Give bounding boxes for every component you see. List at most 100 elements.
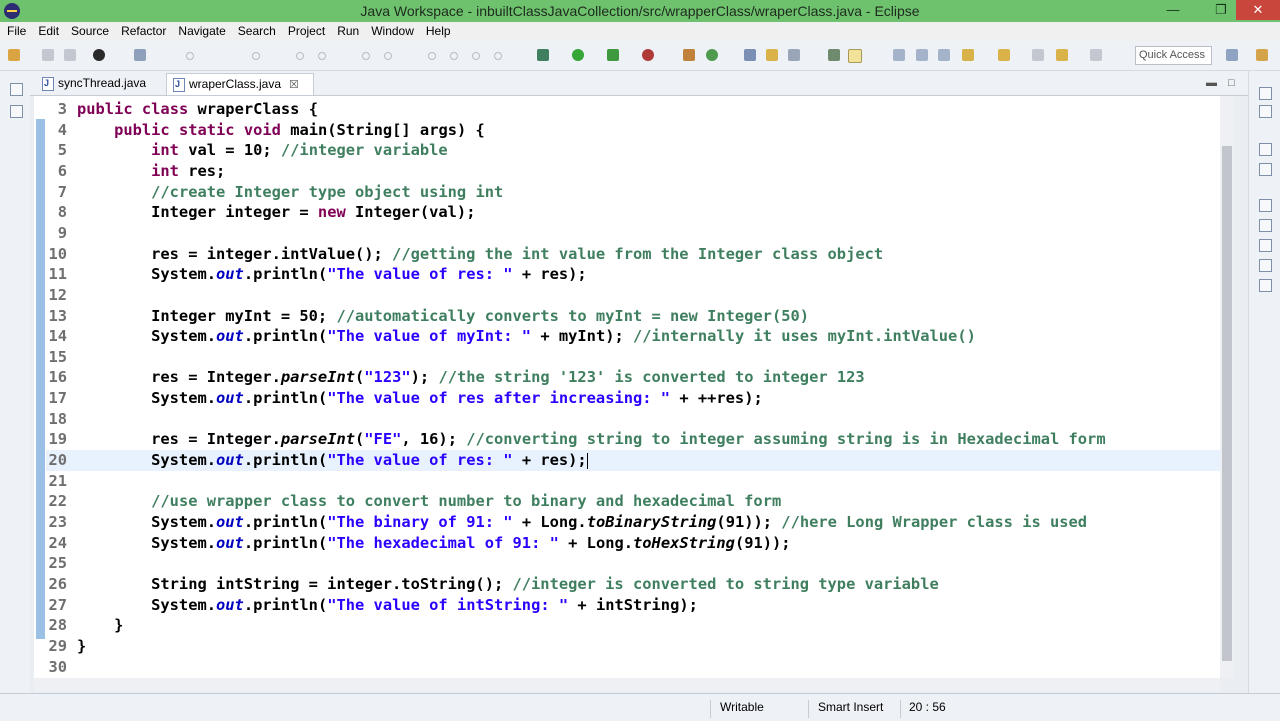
menu-help[interactable]: Help — [419, 22, 456, 41]
code-line[interactable]: 30 — [35, 657, 1221, 678]
code-line[interactable]: 21 — [35, 471, 1221, 492]
toolbar-disabled-icon[interactable] — [384, 52, 392, 60]
code-line[interactable]: 16 res = Integer.parseInt("123"); //the … — [35, 367, 1221, 388]
menu-edit[interactable]: Edit — [31, 22, 64, 41]
code-line[interactable]: 10 res = integer.intValue(); //getting t… — [35, 244, 1221, 265]
code-line[interactable]: 8 Integer integer = new Integer(val); — [35, 202, 1221, 223]
menu-search[interactable]: Search — [231, 22, 281, 41]
code-line[interactable]: 29} — [35, 636, 1221, 657]
code-line[interactable]: 14 System.out.println("The value of myIn… — [35, 326, 1221, 347]
javadoc-icon[interactable] — [1259, 239, 1272, 252]
show-whitespace-icon[interactable] — [916, 49, 928, 61]
run-icon[interactable] — [572, 49, 584, 61]
code-line[interactable]: 6 int res; — [35, 161, 1221, 182]
block-select-icon[interactable] — [938, 49, 950, 61]
forward-icon[interactable] — [1090, 49, 1102, 61]
minimize-pane-icon[interactable]: ▬ — [1206, 77, 1217, 89]
java-perspective-icon[interactable] — [1256, 49, 1268, 61]
menu-navigate[interactable]: Navigate — [171, 22, 230, 41]
toolbar-disabled-icon[interactable] — [450, 52, 458, 60]
menu-source[interactable]: Source — [64, 22, 114, 41]
horizontal-scrollbar[interactable] — [34, 678, 1220, 692]
code-line[interactable]: 3 public class wraperClass { — [35, 99, 1221, 120]
menu-file[interactable]: File — [0, 22, 31, 41]
maximize-pane-icon[interactable]: □ — [1228, 77, 1235, 89]
code-line[interactable]: 25 — [35, 553, 1221, 574]
annotation-icon[interactable] — [828, 49, 840, 61]
menu-project[interactable]: Project — [281, 22, 330, 41]
change-marker — [36, 119, 45, 639]
code-line[interactable]: 22 //use wrapper class to convert number… — [35, 491, 1221, 512]
toolbar-disabled-icon[interactable] — [428, 52, 436, 60]
toolbar-disabled-icon[interactable] — [252, 52, 260, 60]
menu-refactor[interactable]: Refactor — [114, 22, 171, 41]
minimize-button[interactable]: — — [1156, 0, 1190, 20]
code-line[interactable]: 5 int val = 10; //integer variable — [35, 140, 1221, 161]
code-text: System.out.println("The value of res: " … — [77, 451, 588, 470]
declaration-icon[interactable] — [1259, 259, 1272, 272]
menu-window[interactable]: Window — [364, 22, 419, 41]
debug-icon[interactable] — [537, 49, 549, 61]
toolbar-disabled-icon[interactable] — [186, 52, 194, 60]
code-editor[interactable]: 3 public class wraperClass {4 public stat… — [34, 96, 1221, 678]
coverage-icon[interactable] — [607, 49, 619, 61]
toolbar-disabled-icon[interactable] — [318, 52, 326, 60]
new-java-project-icon[interactable] — [683, 49, 695, 61]
problems-icon[interactable] — [1259, 219, 1272, 232]
toggle-icon[interactable] — [893, 49, 905, 61]
code-line[interactable]: 12 — [35, 285, 1221, 306]
task-list-icon[interactable] — [1259, 105, 1272, 118]
previous-annotation-icon[interactable] — [998, 49, 1010, 61]
code-line[interactable]: 20 System.out.println("The value of res:… — [35, 450, 1221, 471]
code-line[interactable]: 17 System.out.println("The value of res … — [35, 388, 1221, 409]
tab-wraperclass[interactable]: wraperClass.java ☒ — [166, 73, 314, 95]
console-icon[interactable] — [1259, 279, 1272, 292]
code-line[interactable]: 4 public static void main(String[] args)… — [35, 120, 1221, 141]
code-line[interactable]: 23 System.out.println("The binary of 91:… — [35, 512, 1221, 533]
restore-view-icon[interactable] — [1259, 87, 1272, 100]
tab-syncthread[interactable]: syncThread.java — [36, 73, 180, 94]
open-perspective-icon[interactable] — [1226, 49, 1238, 61]
save-all-icon[interactable] — [64, 49, 76, 61]
highlight-icon[interactable] — [848, 49, 862, 63]
search-icon[interactable] — [788, 49, 800, 61]
new-class-icon[interactable] — [706, 49, 718, 61]
package-explorer-icon[interactable] — [10, 105, 23, 118]
close-button[interactable]: ✕ — [1236, 0, 1280, 20]
code-line[interactable]: 19 res = Integer.parseInt("FE", 16); //c… — [35, 429, 1221, 450]
save-icon[interactable] — [42, 49, 54, 61]
code-line[interactable]: 27 System.out.println("The value of intS… — [35, 595, 1221, 616]
code-line[interactable]: 13 Integer myInt = 50; //automatically c… — [35, 306, 1221, 327]
next-annotation-icon[interactable] — [962, 49, 974, 61]
outline-icon[interactable] — [1259, 163, 1272, 176]
code-line[interactable]: 26 String intString = integer.toString()… — [35, 574, 1221, 595]
new-icon[interactable] — [8, 49, 20, 61]
toolbar-disabled-icon[interactable] — [472, 52, 480, 60]
restore-button[interactable]: ❐ — [1204, 0, 1238, 20]
quick-access-input[interactable]: Quick Access — [1135, 46, 1212, 65]
skip-breakpoints-icon[interactable] — [134, 49, 146, 61]
back-icon[interactable] — [1056, 49, 1068, 61]
open-type-icon[interactable] — [744, 49, 756, 61]
code-line[interactable]: 24 System.out.println("The hexadecimal o… — [35, 533, 1221, 554]
code-line[interactable]: 28 } — [35, 615, 1221, 636]
toolbar-disabled-icon[interactable] — [494, 52, 502, 60]
code-line[interactable]: 15 — [35, 347, 1221, 368]
external-tools-icon[interactable] — [642, 49, 654, 61]
restore-view-icon[interactable] — [1259, 143, 1272, 156]
close-tab-icon[interactable]: ☒ — [289, 79, 299, 91]
restore-view-icon[interactable] — [1259, 199, 1272, 212]
restore-view-icon[interactable] — [10, 83, 23, 96]
open-folder-icon[interactable] — [766, 49, 778, 61]
code-line[interactable]: 11 System.out.println("The value of res:… — [35, 264, 1221, 285]
last-edit-icon[interactable] — [1032, 49, 1044, 61]
menu-run[interactable]: Run — [330, 22, 364, 41]
debug-mode-icon[interactable] — [93, 49, 105, 61]
toolbar-disabled-icon[interactable] — [296, 52, 304, 60]
code-line[interactable]: 7 //create Integer type object using int — [35, 182, 1221, 203]
scroll-thumb[interactable] — [1222, 146, 1232, 661]
toolbar-disabled-icon[interactable] — [362, 52, 370, 60]
code-line[interactable]: 9 — [35, 223, 1221, 244]
vertical-scrollbar[interactable] — [1220, 96, 1234, 678]
code-line[interactable]: 18 — [35, 409, 1221, 430]
